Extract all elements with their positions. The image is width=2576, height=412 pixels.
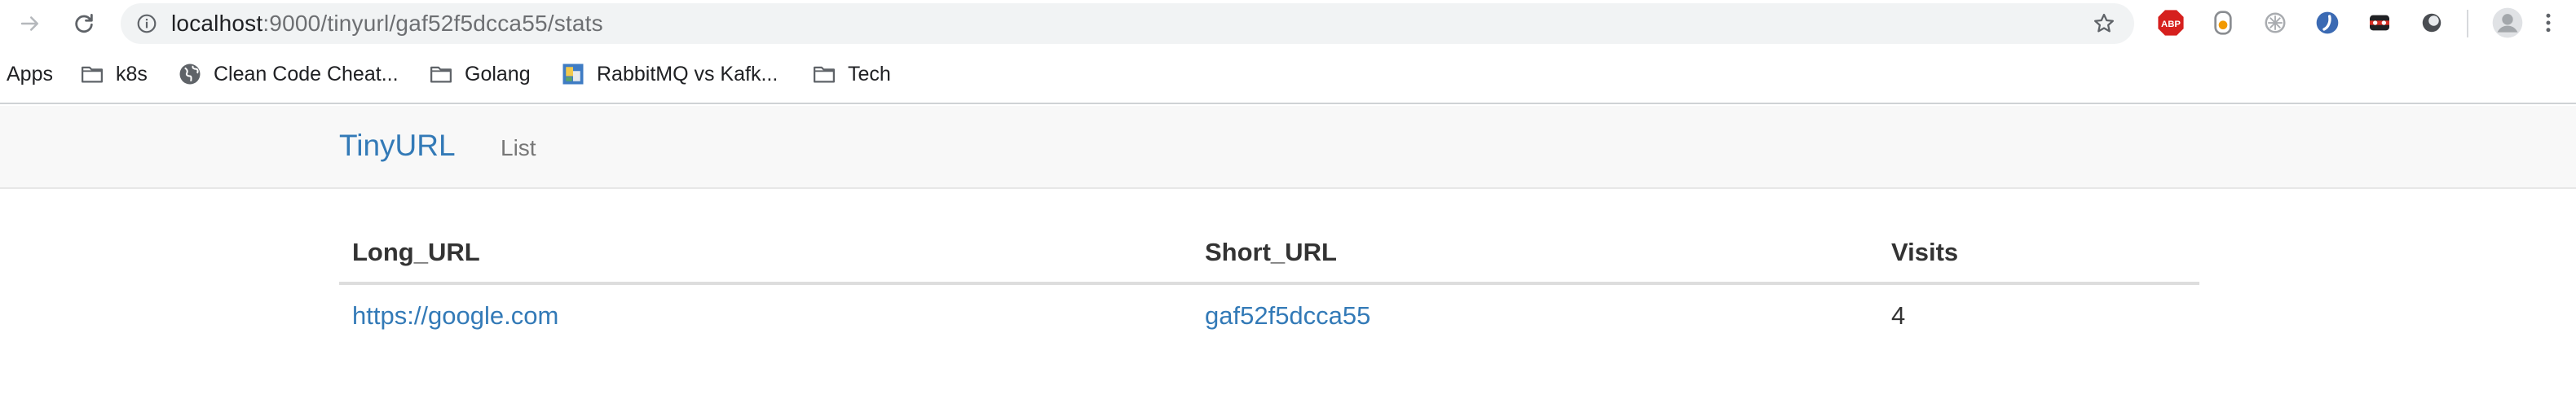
table-header-row: Long_URL Short_URL Visits: [339, 220, 2199, 285]
toolbar-divider: [2467, 10, 2468, 37]
globe-icon: [178, 62, 202, 86]
extension-icon-5[interactable]: [2366, 9, 2393, 37]
page-content: TinyURL List Long_URL Short_URL Visits h…: [0, 106, 2576, 412]
bookmark-label: Clean Code Cheat...: [214, 62, 399, 85]
svg-text:ABP: ABP: [2161, 20, 2181, 29]
address-url[interactable]: localhost:9000/tinyurl/gaf52f5dcca55/sta…: [171, 11, 603, 37]
column-header-long-url: Long_URL: [352, 238, 480, 266]
extension-icon-6[interactable]: [2418, 9, 2446, 37]
folder-icon: [80, 62, 104, 86]
stats-table: Long_URL Short_URL Visits https://google…: [339, 220, 2199, 350]
profile-avatar[interactable]: [2491, 7, 2524, 39]
bookmark-k8s[interactable]: k8s: [80, 59, 148, 90]
bookmark-star-icon[interactable]: [2092, 11, 2116, 36]
abp-icon[interactable]: ABP: [2157, 9, 2185, 37]
short-url-link[interactable]: gaf52f5dcca55: [1205, 301, 1370, 331]
bookmark-label: Golang: [465, 62, 531, 85]
site-navbar: TinyURL List: [0, 106, 2576, 189]
address-bar[interactable]: localhost:9000/tinyurl/gaf52f5dcca55/sta…: [121, 3, 2134, 44]
extension-icon-2[interactable]: [2209, 9, 2237, 37]
forward-button[interactable]: [13, 7, 47, 41]
long-url-link[interactable]: https://google.com: [352, 301, 558, 331]
extension-icon-4[interactable]: [2314, 9, 2341, 37]
address-host: localhost: [171, 11, 263, 36]
bookmark-clean-code[interactable]: Clean Code Cheat...: [178, 59, 399, 90]
bookmark-label: RabbitMQ vs Kafk...: [597, 62, 779, 85]
bookmark-tech[interactable]: Tech: [812, 59, 891, 90]
avatar-icon: [2492, 7, 2523, 38]
browser-toolbar: localhost:9000/tinyurl/gaf52f5dcca55/sta…: [0, 0, 2576, 47]
address-path: :9000/tinyurl/gaf52f5dcca55/stats: [262, 11, 603, 36]
bookmark-label: Apps: [7, 62, 53, 85]
more-vert-icon: [2546, 13, 2551, 33]
forward-arrow-icon: [20, 16, 38, 31]
site-icon: [561, 62, 585, 86]
nav-link-list[interactable]: List: [501, 135, 536, 161]
folder-icon: [812, 62, 836, 86]
bookmark-rabbitmq[interactable]: RabbitMQ vs Kafk...: [561, 59, 778, 90]
reload-icon: [75, 14, 93, 33]
info-icon[interactable]: [135, 12, 158, 35]
bookmark-label: k8s: [116, 62, 148, 85]
table-row: https://google.com gaf52f5dcca55 4: [339, 285, 2199, 350]
bookmark-apps[interactable]: Apps: [7, 59, 53, 90]
visits-count: 4: [1891, 301, 1906, 330]
bookmark-golang[interactable]: Golang: [429, 59, 531, 90]
column-header-visits: Visits: [1891, 238, 1959, 266]
reload-button[interactable]: [67, 7, 101, 41]
bookmarks-bar: Apps k8s Clean Code Cheat... Golang Rabb…: [0, 47, 2576, 104]
column-header-short-url: Short_URL: [1205, 238, 1337, 266]
bookmark-label: Tech: [848, 62, 891, 85]
folder-icon: [429, 62, 453, 86]
extension-icon-3[interactable]: [2261, 9, 2289, 37]
navbar-brand[interactable]: TinyURL: [339, 129, 456, 163]
browser-menu-button[interactable]: [2539, 9, 2558, 37]
